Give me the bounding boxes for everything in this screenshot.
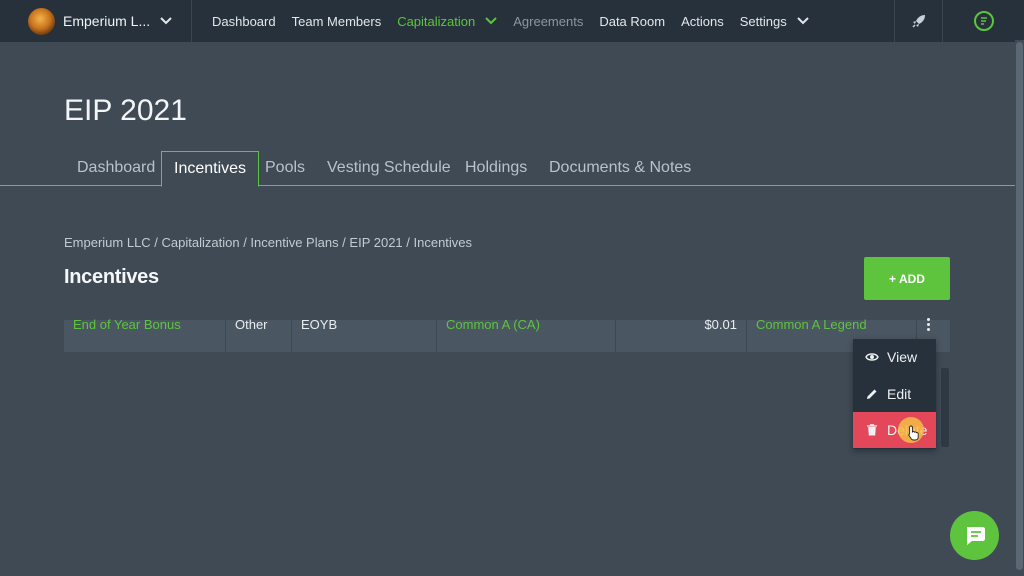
menu-item-edit[interactable]: Edit xyxy=(853,376,936,412)
cell-class: Common A (CA) xyxy=(437,318,616,352)
main-nav: Dashboard Team Members Capitalization Ag… xyxy=(212,0,825,42)
table-row[interactable]: End of Year Bonus Other EOYB Common A (C… xyxy=(64,318,950,352)
pencil-icon xyxy=(865,387,879,401)
cell-type: Other xyxy=(226,318,292,352)
tab-vesting-schedule[interactable]: Vesting Schedule xyxy=(327,151,451,186)
tab-incentives[interactable]: Incentives xyxy=(161,151,260,187)
company-logo xyxy=(28,7,55,35)
menu-item-view[interactable]: View xyxy=(853,339,936,375)
eye-icon xyxy=(865,350,879,364)
chat-icon xyxy=(966,526,985,545)
table-scrollbar[interactable] xyxy=(941,368,949,447)
chevron-down-icon xyxy=(796,17,809,25)
chevron-down-icon xyxy=(485,17,497,25)
company-switcher[interactable]: Emperium L... xyxy=(0,0,192,42)
add-button[interactable]: + ADD xyxy=(864,257,950,300)
brand-menu-button[interactable] xyxy=(942,0,1024,42)
nav-settings[interactable]: Settings xyxy=(740,14,809,29)
chevron-down-icon xyxy=(160,17,172,25)
tab-documents-notes[interactable]: Documents & Notes xyxy=(549,151,691,186)
row-actions-kebab-icon[interactable] xyxy=(926,318,932,332)
breadcrumb: Emperium LLC / Capitalization / Incentiv… xyxy=(64,235,473,250)
rocket-button[interactable] xyxy=(894,0,942,42)
chat-button[interactable] xyxy=(950,511,999,560)
nav-team-members[interactable]: Team Members xyxy=(292,14,382,29)
rocket-icon xyxy=(911,15,925,28)
nav-capitalization[interactable]: Capitalization xyxy=(397,14,497,29)
tab-holdings[interactable]: Holdings xyxy=(465,151,527,186)
tab-dashboard[interactable]: Dashboard xyxy=(77,151,155,186)
page-tabs: Dashboard Incentives Pools Vesting Sched… xyxy=(0,151,1016,187)
cell-code: EOYB xyxy=(292,318,437,352)
section-title: Incentives xyxy=(64,266,159,288)
nav-agreements[interactable]: Agreements xyxy=(513,14,583,29)
brand-logo-icon xyxy=(973,11,994,31)
page-title: EIP 2021 xyxy=(64,94,187,127)
top-navbar: Emperium L... Dashboard Team Members Cap… xyxy=(0,0,1024,42)
trash-icon xyxy=(865,423,879,437)
cell-name: End of Year Bonus xyxy=(64,318,226,352)
page-scrollbar[interactable] xyxy=(1015,40,1024,576)
nav-actions[interactable]: Actions xyxy=(681,14,724,29)
tab-pools[interactable]: Pools xyxy=(265,151,305,186)
company-name: Emperium L... xyxy=(63,13,151,29)
hand-cursor-icon xyxy=(908,425,919,441)
cell-price: $0.01 xyxy=(616,318,747,352)
nav-dashboard[interactable]: Dashboard xyxy=(212,14,276,29)
nav-data-room[interactable]: Data Room xyxy=(599,14,665,29)
